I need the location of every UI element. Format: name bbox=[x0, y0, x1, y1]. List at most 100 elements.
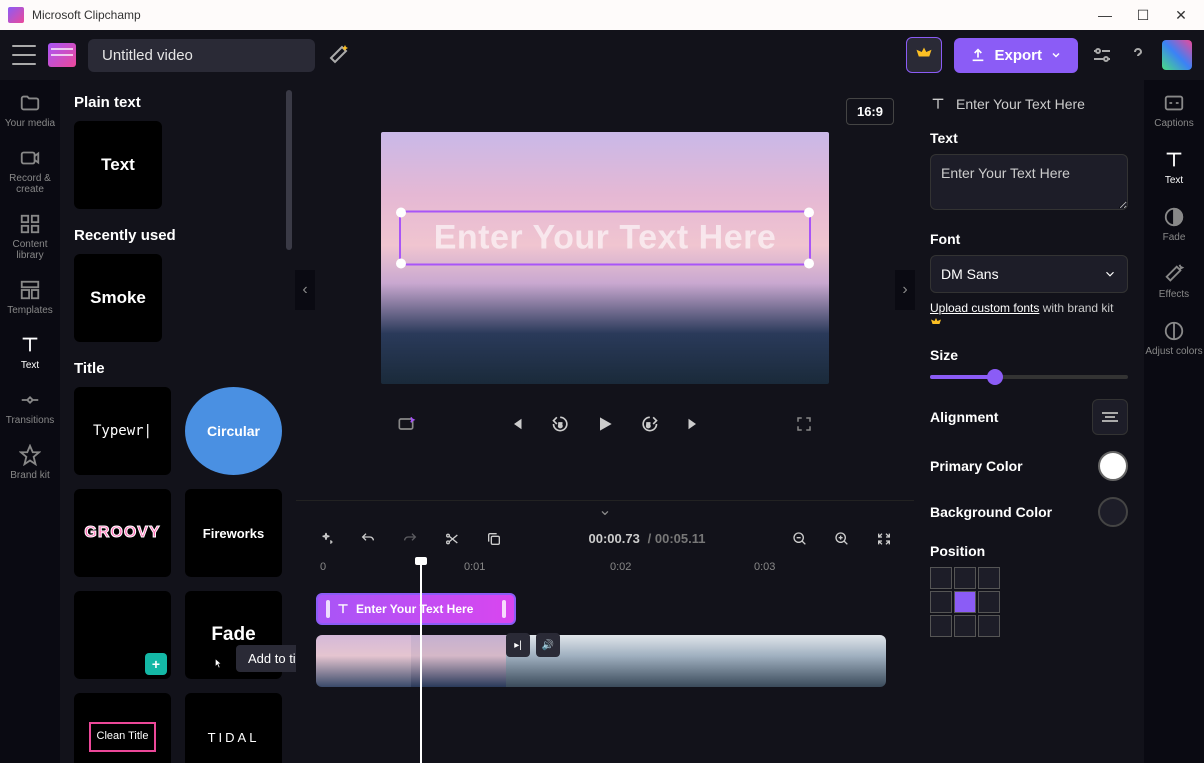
sidebar-text[interactable]: Text bbox=[17, 334, 43, 371]
minimize-button[interactable]: — bbox=[1098, 8, 1112, 22]
tile-circular[interactable]: Circular bbox=[185, 387, 282, 475]
video-clip[interactable] bbox=[316, 635, 886, 687]
resize-handle[interactable] bbox=[804, 207, 814, 217]
alignment-button[interactable] bbox=[1092, 399, 1128, 435]
clip-transition-icon[interactable]: ▸| bbox=[506, 633, 530, 657]
sidebar-templates[interactable]: Templates bbox=[5, 279, 55, 316]
auto-effect-icon[interactable] bbox=[396, 414, 416, 434]
sidebar-your-media[interactable]: Your media bbox=[3, 92, 57, 129]
fit-icon[interactable] bbox=[874, 529, 894, 549]
add-to-timeline-button[interactable]: + bbox=[145, 653, 167, 675]
collapse-left-icon[interactable]: ‹ bbox=[295, 270, 315, 310]
zoom-in-icon[interactable] bbox=[832, 529, 852, 549]
fullscreen-icon[interactable] bbox=[794, 414, 814, 434]
bg-color-swatch[interactable] bbox=[1098, 497, 1128, 527]
zoom-out-icon[interactable] bbox=[790, 529, 810, 549]
help-icon[interactable] bbox=[1126, 43, 1150, 67]
svg-text:5: 5 bbox=[559, 422, 563, 429]
clip-handle-left[interactable] bbox=[326, 600, 330, 618]
split-icon[interactable] bbox=[442, 529, 462, 549]
primary-color-swatch[interactable] bbox=[1098, 451, 1128, 481]
primary-color-label: Primary Color bbox=[930, 458, 1023, 474]
timeline-ruler[interactable]: 0 0:01 0:02 0:03 bbox=[296, 559, 914, 583]
clip-handle-right[interactable] bbox=[502, 600, 506, 618]
aspect-ratio-badge[interactable]: 16:9 bbox=[846, 98, 894, 125]
pos-bc[interactable] bbox=[954, 615, 976, 637]
tile-smoke[interactable]: Smoke bbox=[74, 254, 162, 342]
lib-title-heading: Title bbox=[74, 360, 282, 377]
size-slider[interactable] bbox=[930, 375, 1128, 379]
rightbar-adjust-colors[interactable]: Adjust colors bbox=[1145, 320, 1202, 357]
text-icon bbox=[930, 96, 946, 112]
video-canvas[interactable]: Enter Your Text Here bbox=[381, 132, 829, 384]
settings-icon[interactable] bbox=[1090, 43, 1114, 67]
bg-color-label: Background Color bbox=[930, 504, 1052, 520]
skip-forward-icon[interactable] bbox=[683, 414, 703, 434]
pos-tr[interactable] bbox=[978, 567, 1000, 589]
text-library-panel: Plain text Text Recently used Smoke Titl… bbox=[60, 80, 296, 763]
skip-back-icon[interactable] bbox=[507, 414, 527, 434]
rightbar-effects[interactable]: Effects bbox=[1159, 263, 1189, 300]
timeline-tracks[interactable]: Enter Your Text Here ▸| 🔊 bbox=[296, 583, 914, 763]
sidebar-brand-kit[interactable]: Brand kit bbox=[8, 444, 51, 481]
close-button[interactable]: ✕ bbox=[1174, 8, 1188, 22]
tile-fireworks[interactable]: Fireworks bbox=[185, 489, 282, 577]
svg-text:5: 5 bbox=[647, 422, 651, 429]
tile-tidal[interactable]: TIDAL bbox=[185, 693, 282, 763]
premium-button[interactable] bbox=[906, 37, 942, 73]
pos-mr[interactable] bbox=[978, 591, 1000, 613]
font-select[interactable]: DM Sans bbox=[930, 255, 1128, 293]
time-display: 00:00.73 / 00:05.11 bbox=[589, 531, 706, 547]
alignment-label: Alignment bbox=[930, 409, 998, 425]
export-button[interactable]: Export bbox=[954, 38, 1078, 73]
collapse-right-icon[interactable]: › bbox=[895, 270, 915, 310]
slider-thumb[interactable] bbox=[987, 369, 1003, 385]
copy-icon[interactable] bbox=[484, 529, 504, 549]
playhead[interactable] bbox=[420, 561, 422, 763]
rightbar-fade[interactable]: Fade bbox=[1163, 206, 1186, 243]
pos-mc[interactable] bbox=[954, 591, 976, 613]
pos-tl[interactable] bbox=[930, 567, 952, 589]
tile-typewriter[interactable]: Typewr| bbox=[74, 387, 171, 475]
text-clip[interactable]: Enter Your Text Here bbox=[316, 593, 516, 625]
chevron-down-icon bbox=[1103, 267, 1117, 281]
tile-blank[interactable]: + bbox=[74, 591, 171, 679]
timeline-collapse-icon[interactable]: ⌄ bbox=[296, 501, 914, 519]
text-overlay-selection[interactable]: Enter Your Text Here bbox=[399, 210, 811, 265]
maximize-button[interactable]: ☐ bbox=[1136, 8, 1150, 22]
pos-br[interactable] bbox=[978, 615, 1000, 637]
tile-text[interactable]: Text bbox=[74, 121, 162, 209]
rewind-5-icon[interactable]: 5 bbox=[551, 414, 571, 434]
play-button[interactable] bbox=[595, 414, 615, 434]
menu-button[interactable] bbox=[12, 45, 36, 65]
pos-ml[interactable] bbox=[930, 591, 952, 613]
upload-fonts-link[interactable]: Upload custom fonts with brand kit bbox=[930, 301, 1128, 329]
tile-groovy[interactable]: GROOVY bbox=[74, 489, 171, 577]
project-title-input[interactable] bbox=[88, 39, 315, 72]
ai-sparkle-icon[interactable] bbox=[316, 529, 336, 549]
text-input[interactable] bbox=[930, 154, 1128, 210]
center-panel: ‹ › 16:9 Enter Your Text Here bbox=[296, 80, 914, 763]
scrollbar[interactable] bbox=[286, 90, 292, 250]
topbar: Export bbox=[0, 30, 1204, 80]
resize-handle[interactable] bbox=[804, 258, 814, 268]
rightbar-captions[interactable]: Captions bbox=[1154, 92, 1193, 129]
sidebar-record-create[interactable]: Record & create bbox=[0, 147, 60, 195]
user-avatar[interactable] bbox=[1162, 40, 1192, 70]
magic-wand-icon[interactable] bbox=[327, 43, 351, 67]
font-label: Font bbox=[930, 231, 1128, 247]
redo-icon[interactable] bbox=[400, 529, 420, 549]
sidebar-content-library[interactable]: Content library bbox=[0, 213, 60, 261]
position-grid bbox=[930, 567, 1128, 637]
undo-icon[interactable] bbox=[358, 529, 378, 549]
size-label: Size bbox=[930, 347, 1128, 363]
clip-audio-icon[interactable]: 🔊 bbox=[536, 633, 560, 657]
resize-handle[interactable] bbox=[396, 258, 406, 268]
resize-handle[interactable] bbox=[396, 207, 406, 217]
sidebar-transitions[interactable]: Transitions bbox=[4, 389, 57, 426]
tile-clean-title[interactable]: Clean Title bbox=[74, 693, 171, 763]
pos-tc[interactable] bbox=[954, 567, 976, 589]
pos-bl[interactable] bbox=[930, 615, 952, 637]
forward-5-icon[interactable]: 5 bbox=[639, 414, 659, 434]
rightbar-text[interactable]: Text bbox=[1163, 149, 1185, 186]
